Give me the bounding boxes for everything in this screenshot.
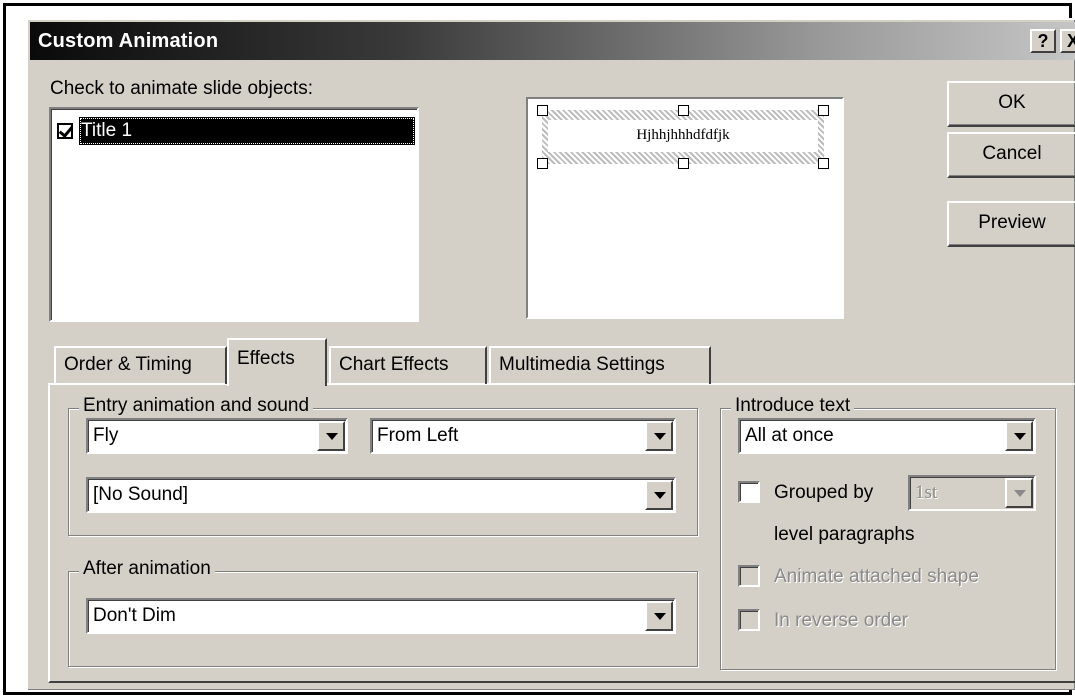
animate-attached-shape-label: Animate attached shape [774, 566, 979, 587]
entry-group-title: Entry animation and sound [79, 395, 314, 417]
slide-objects-listbox[interactable]: Title 1 [49, 107, 419, 322]
list-item-label[interactable]: Title 1 [79, 117, 415, 145]
objects-label: Check to animate slide objects: [50, 78, 313, 99]
direction-value: From Left [377, 425, 459, 446]
chevron-down-icon[interactable] [645, 601, 673, 631]
resize-handle-icon [818, 158, 829, 169]
close-button[interactable]: X [1060, 29, 1075, 53]
tab-effects[interactable]: Effects [227, 338, 327, 386]
sound-value: [No Sound] [93, 484, 189, 505]
chevron-down-icon [1005, 478, 1033, 508]
chevron-down-icon[interactable] [317, 421, 345, 451]
grouped-by-checkbox[interactable] [738, 481, 760, 503]
chevron-down-icon[interactable] [645, 421, 673, 451]
animate-attached-shape-checkbox [738, 565, 760, 587]
resize-handle-icon [818, 105, 829, 116]
cancel-button[interactable]: Cancel [947, 132, 1075, 178]
direction-dropdown[interactable]: From Left [370, 418, 676, 454]
title-bar: Custom Animation ? X [30, 22, 1075, 60]
grouped-by-level-value: 1st [915, 482, 938, 503]
introduce-text-value: All at once [745, 425, 834, 446]
grouped-by-label: Grouped by [774, 482, 874, 503]
custom-animation-dialog: Custom Animation ? X Check to animate sl… [26, 18, 1075, 690]
checkbox-checked-icon[interactable] [57, 123, 73, 139]
screenshot-frame: Custom Animation ? X Check to animate sl… [0, 0, 1075, 698]
resize-handle-icon [537, 158, 548, 169]
tab-order-timing[interactable]: Order & Timing [54, 346, 227, 384]
ok-button[interactable]: OK [947, 81, 1075, 127]
resize-handle-icon [678, 158, 689, 169]
reverse-order-label: In reverse order [774, 610, 909, 631]
effect-value: Fly [93, 425, 119, 446]
selection-frame: Hjhhjhhhdfdfjk [542, 110, 824, 164]
preview-slide-text: Hjhhjhhhdfdfjk [548, 120, 818, 152]
help-button[interactable]: ? [1030, 29, 1056, 53]
sound-dropdown[interactable]: [No Sound] [86, 477, 676, 513]
grouped-by-level-dropdown: 1st [908, 475, 1036, 511]
level-paragraphs-label: level paragraphs [774, 524, 915, 545]
introduce-text-dropdown[interactable]: All at once [738, 418, 1036, 454]
preview-button[interactable]: Preview [947, 201, 1075, 247]
window-title: Custom Animation [38, 30, 219, 52]
introduce-group-title: Introduce text [731, 395, 855, 417]
after-group-title: After animation [79, 558, 215, 580]
resize-handle-icon [537, 105, 548, 116]
chevron-down-icon[interactable] [1005, 421, 1033, 451]
slide-preview: Hjhhjhhhdfdfjk [526, 97, 844, 319]
after-animation-value: Don't Dim [93, 605, 176, 626]
chevron-down-icon[interactable] [645, 480, 673, 510]
tab-chart-effects[interactable]: Chart Effects [329, 346, 487, 384]
tab-multimedia-settings[interactable]: Multimedia Settings [489, 346, 711, 384]
reverse-order-checkbox [738, 609, 760, 631]
list-item[interactable]: Title 1 [57, 117, 415, 145]
resize-handle-icon [678, 105, 689, 116]
effect-dropdown[interactable]: Fly [86, 418, 348, 454]
after-animation-dropdown[interactable]: Don't Dim [86, 598, 676, 634]
